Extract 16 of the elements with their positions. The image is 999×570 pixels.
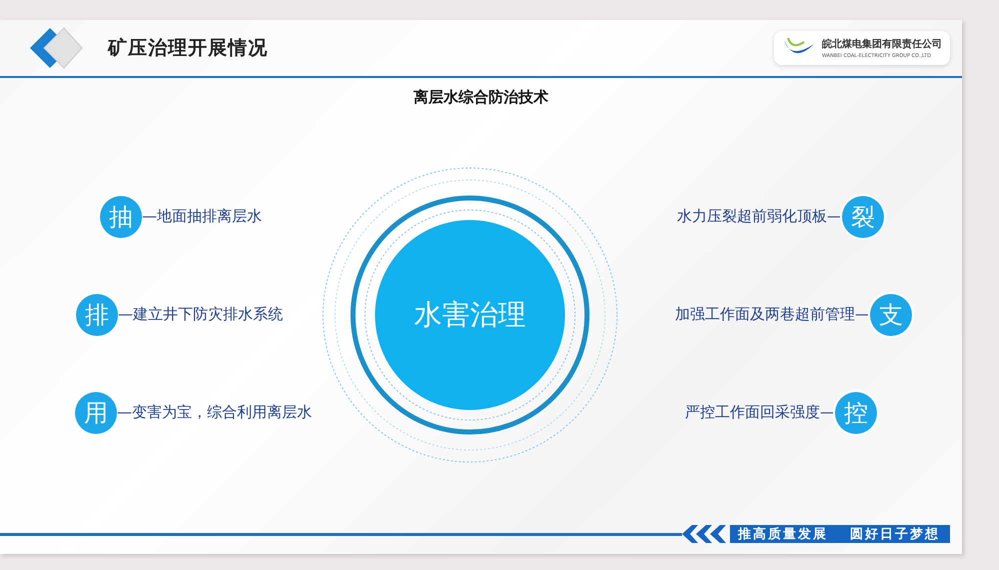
character-badge: 用 [75,392,117,434]
character-badge: 裂 [842,196,884,238]
chevron-logo-icon [28,26,84,70]
character-badge: 控 [835,392,877,434]
character-badge: 抽 [100,196,142,238]
measure-label: —地面抽排离层水 [142,207,262,226]
character-badge: 排 [76,294,118,336]
company-name: 皖北煤电集团有限责任公司 [822,38,942,51]
character-badge: 支 [870,294,912,336]
measure-label: —建立井下防灾排水系统 [118,305,283,324]
section-subtitle: 离层水综合防治技术 [414,88,548,107]
slogan-text: 推高质量发展 [738,526,828,543]
slide-title: 矿压治理开展情况 [108,36,269,61]
slogan-text: 圆好日子梦想 [850,526,940,543]
center-circle: 水害治理 [375,220,565,410]
measure-label: —变害为宝，综合利用离层水 [117,403,312,422]
